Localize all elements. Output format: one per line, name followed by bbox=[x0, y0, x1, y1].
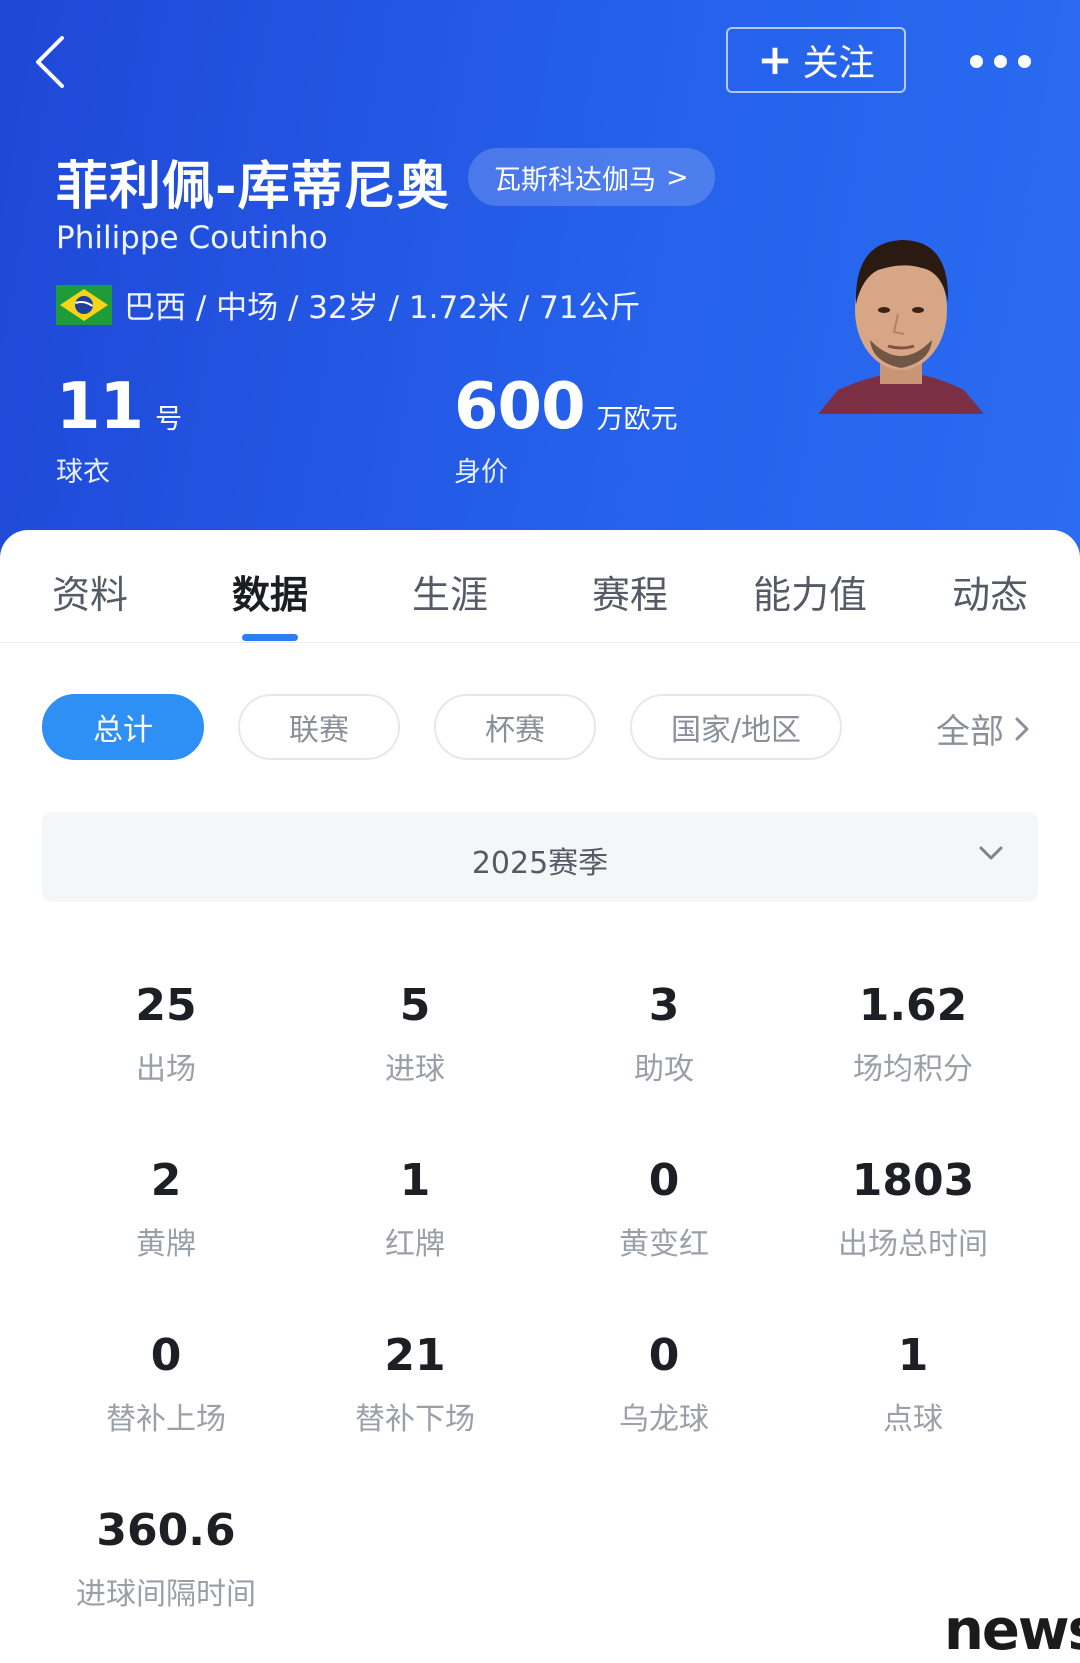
stat-appearances: 25 出场 bbox=[31, 978, 301, 1088]
tab-bar: 资料 数据 生涯 赛程 能力值 动态 bbox=[0, 530, 1080, 643]
tab-ability[interactable]: 能力值 bbox=[720, 564, 900, 619]
stat-value: 1.62 bbox=[858, 980, 968, 1031]
player-header: + 关注 菲利佩-库蒂尼奥 瓦斯科达伽马 > Philippe Coutinho… bbox=[0, 0, 1080, 560]
tab-profile[interactable]: 资料 bbox=[0, 564, 180, 619]
stat-label: 场均积分 bbox=[853, 1052, 973, 1087]
stat-label: 黄变红 bbox=[619, 1227, 709, 1262]
filter-national[interactable]: 国家/地区 bbox=[630, 694, 842, 760]
player-avatar bbox=[818, 240, 984, 414]
market-value-label: 身价 bbox=[454, 457, 508, 488]
watermark: news bbox=[944, 1598, 1080, 1663]
stat-minutes-per-goal: 360.6 进球间隔时间 bbox=[31, 1503, 301, 1613]
stat-yellow-cards: 2 黄牌 bbox=[31, 1153, 301, 1263]
filter-all-button[interactable]: 全部 bbox=[936, 704, 1030, 753]
chevron-right-icon: > bbox=[666, 161, 689, 193]
market-value-stat: 600 万欧元 身价 bbox=[454, 370, 678, 489]
follow-label: 关注 bbox=[802, 43, 875, 84]
tab-career[interactable]: 生涯 bbox=[360, 564, 540, 619]
filter-all-label: 全部 bbox=[936, 712, 1004, 752]
stat-label: 红牌 bbox=[385, 1227, 445, 1262]
stat-label: 助攻 bbox=[634, 1052, 694, 1087]
season-value: 2025赛季 bbox=[471, 846, 609, 881]
filter-total[interactable]: 总计 bbox=[42, 694, 204, 760]
filter-bar: 总计 联赛 杯赛 国家/地区 全部 bbox=[0, 694, 1080, 762]
stat-value: 21 bbox=[384, 1330, 446, 1381]
jersey-stat: 11 号 球衣 bbox=[56, 370, 182, 489]
stat-label: 替补下场 bbox=[355, 1402, 475, 1437]
active-tab-indicator bbox=[242, 634, 298, 641]
stat-value: 1803 bbox=[851, 1155, 975, 1206]
content-card: 资料 数据 生涯 赛程 能力值 动态 总计 联赛 杯赛 国家/地区 全部 202… bbox=[0, 530, 1080, 1662]
stat-value: 1 bbox=[897, 1330, 929, 1381]
tab-news[interactable]: 动态 bbox=[900, 564, 1080, 619]
chevron-left-icon bbox=[36, 36, 64, 88]
stat-label: 进球间隔时间 bbox=[76, 1577, 256, 1612]
stat-label: 进球 bbox=[385, 1052, 445, 1087]
stat-assists: 3 助攻 bbox=[529, 978, 799, 1088]
stat-own-goals: 0 乌龙球 bbox=[529, 1328, 799, 1438]
more-options-button[interactable] bbox=[970, 48, 1034, 74]
player-name: 菲利佩-库蒂尼奥 bbox=[56, 157, 450, 217]
stat-goals: 5 进球 bbox=[280, 978, 550, 1088]
more-dot-icon bbox=[994, 54, 1007, 68]
more-dot-icon bbox=[970, 54, 983, 68]
season-select[interactable]: 2025赛季 bbox=[42, 812, 1038, 902]
stat-label: 出场总时间 bbox=[838, 1227, 988, 1262]
stat-red-cards: 1 红牌 bbox=[280, 1153, 550, 1263]
back-button[interactable] bbox=[28, 30, 78, 94]
stat-value: 0 bbox=[648, 1330, 680, 1381]
chevron-right-icon bbox=[1015, 717, 1029, 740]
team-name: 瓦斯科达伽马 bbox=[494, 164, 656, 196]
market-value-unit: 万欧元 bbox=[596, 404, 678, 435]
stat-label: 替补上场 bbox=[106, 1402, 226, 1437]
stat-second-yellow: 0 黄变红 bbox=[529, 1153, 799, 1263]
plus-icon: + bbox=[757, 35, 793, 84]
tab-stats[interactable]: 数据 bbox=[180, 564, 360, 619]
stat-value: 5 bbox=[399, 980, 431, 1031]
jersey-unit: 号 bbox=[155, 404, 183, 435]
market-value: 600 bbox=[454, 370, 586, 444]
follow-button[interactable]: + 关注 bbox=[726, 27, 906, 93]
stat-penalties: 1 点球 bbox=[778, 1328, 1048, 1438]
stat-minutes-played: 1803 出场总时间 bbox=[778, 1153, 1048, 1263]
stat-value: 0 bbox=[648, 1155, 680, 1206]
stat-avg-points: 1.62 场均积分 bbox=[778, 978, 1048, 1088]
brazil-flag-icon bbox=[56, 284, 112, 325]
tab-schedule[interactable]: 赛程 bbox=[540, 564, 720, 619]
stat-value: 0 bbox=[150, 1330, 182, 1381]
jersey-label: 球衣 bbox=[56, 457, 110, 488]
stat-sub-off: 21 替补下场 bbox=[280, 1328, 550, 1438]
filter-league[interactable]: 联赛 bbox=[238, 694, 400, 760]
player-info-text: 巴西 / 中场 / 32岁 / 1.72米 / 71公斤 bbox=[124, 290, 641, 326]
chevron-down-icon bbox=[979, 846, 1003, 860]
more-dot-icon bbox=[1018, 54, 1031, 68]
player-info: 巴西 / 中场 / 32岁 / 1.72米 / 71公斤 bbox=[56, 282, 641, 327]
stat-label: 黄牌 bbox=[136, 1227, 196, 1262]
stat-value: 25 bbox=[135, 980, 197, 1031]
stat-value: 3 bbox=[648, 980, 680, 1031]
stat-label: 点球 bbox=[883, 1402, 943, 1437]
stat-value: 1 bbox=[399, 1155, 431, 1206]
filter-cup[interactable]: 杯赛 bbox=[434, 694, 596, 760]
stat-value: 360.6 bbox=[96, 1505, 236, 1556]
stat-sub-on: 0 替补上场 bbox=[31, 1328, 301, 1438]
player-name-english: Philippe Coutinho bbox=[56, 220, 328, 256]
stat-label: 乌龙球 bbox=[619, 1402, 709, 1437]
jersey-number: 11 bbox=[56, 370, 144, 444]
stat-label: 出场 bbox=[136, 1052, 196, 1087]
team-link[interactable]: 瓦斯科达伽马 > bbox=[468, 148, 715, 206]
stat-value: 2 bbox=[150, 1155, 182, 1206]
